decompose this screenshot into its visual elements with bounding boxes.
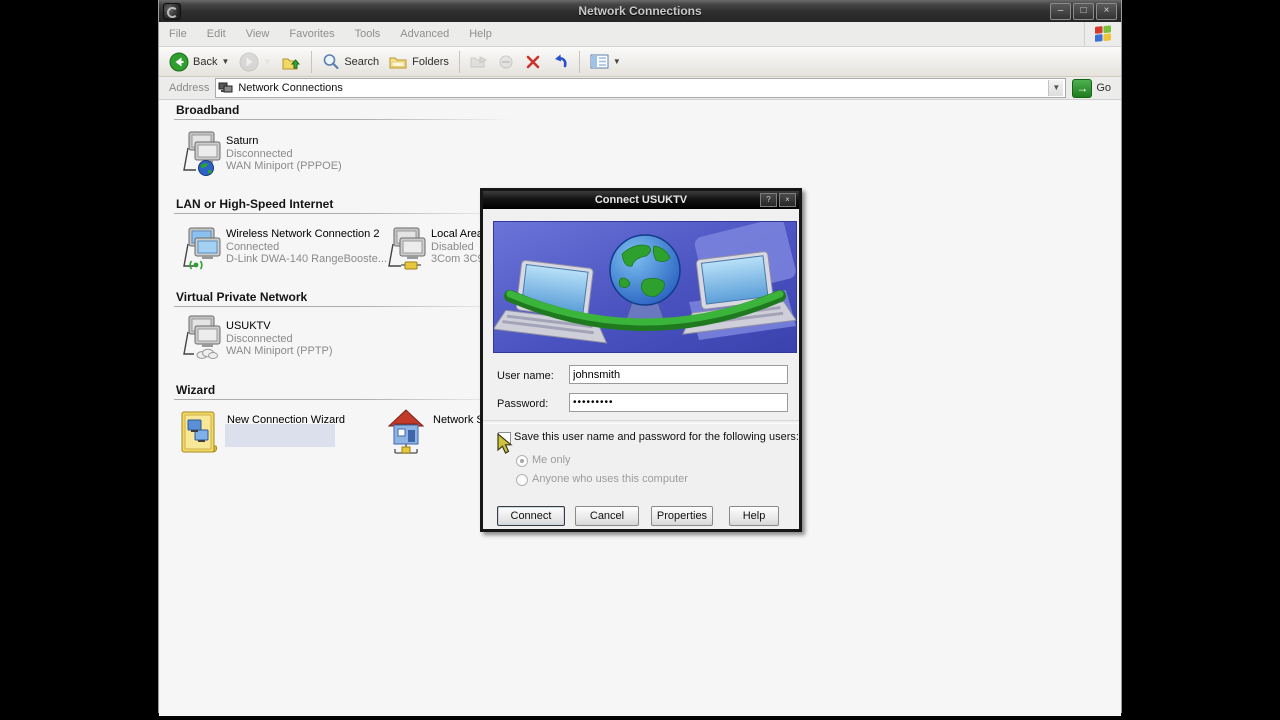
go-button[interactable]: → Go — [1066, 78, 1117, 98]
delete-icon — [526, 55, 540, 68]
address-dropdown-caret[interactable]: ▼ — [1048, 80, 1064, 96]
views-dropdown-caret[interactable]: ▼ — [613, 57, 621, 66]
connection-tile-saturn[interactable]: Saturn Disconnected WAN Miniport (PPPOE) — [180, 130, 342, 181]
connection-tile-usuktv[interactable]: USUKTV Disconnected WAN Miniport (PPTP) — [180, 314, 333, 365]
disconnect-drive-button[interactable] — [494, 50, 519, 74]
dialog-help-icon-button[interactable]: ? — [760, 193, 777, 207]
globe-connection-icon — [183, 131, 221, 176]
vpn-connection-icon — [183, 315, 221, 359]
selection-highlight — [225, 424, 335, 447]
map-drive-icon — [470, 56, 487, 68]
wizard-tile-new-connection[interactable]: New Connection Wizard — [180, 408, 345, 461]
views-icon — [590, 54, 609, 69]
search-icon — [324, 53, 339, 69]
search-button[interactable]: Search — [318, 50, 383, 74]
username-label: User name: — [497, 370, 554, 382]
folders-icon — [389, 57, 407, 68]
section-header-lan: LAN or High-Speed Internet — [176, 197, 334, 211]
folders-button[interactable]: Folders — [385, 50, 453, 74]
letterbox-stage: Network Connections – □ × File Edit View… — [0, 0, 1280, 720]
connection-name[interactable]: USUKTV — [226, 320, 446, 333]
section-header-vpn: Virtual Private Network — [176, 290, 308, 304]
menu-advanced[interactable]: Advanced — [390, 28, 459, 40]
undo-button[interactable] — [547, 50, 573, 74]
disconnect-drive-icon — [499, 55, 513, 69]
properties-button[interactable]: Properties — [651, 506, 713, 526]
toolbar: Back ▼ ▼ Search Folders ▼ — [159, 47, 1121, 77]
undo-icon — [554, 54, 567, 68]
wizard-name[interactable]: Network S — [433, 414, 484, 426]
cancel-button[interactable]: Cancel — [575, 506, 639, 526]
password-label: Password: — [497, 398, 549, 410]
section-header-wizard: Wizard — [176, 383, 216, 397]
back-label: Back — [193, 55, 218, 68]
window-title: Network Connections — [578, 4, 702, 18]
forward-icon — [239, 52, 259, 71]
up-button[interactable] — [277, 50, 305, 74]
dialog-separator — [483, 420, 799, 424]
menu-edit[interactable]: Edit — [197, 28, 236, 40]
views-button[interactable]: ▼ — [586, 50, 625, 74]
address-location-icon — [218, 82, 233, 92]
menu-bar: File Edit View Favorites Tools Advanced … — [159, 22, 1121, 47]
up-folder-icon — [282, 58, 301, 69]
close-button[interactable]: × — [1096, 2, 1117, 20]
connection-name[interactable]: Saturn — [226, 135, 446, 148]
network-setup-wizard-icon — [387, 409, 425, 454]
section-header-broadband: Broadband — [176, 103, 240, 117]
me-only-label: Me only — [532, 454, 571, 466]
menu-tools[interactable]: Tools — [345, 28, 391, 40]
dialog-title: Connect USUKTV — [594, 194, 688, 206]
connection-tile-local-area[interactable]: Local Area Disabled 3Com 3C9 — [385, 226, 484, 277]
wizard-name[interactable]: New Connection Wizard — [227, 414, 345, 426]
mouse-cursor — [497, 433, 513, 454]
address-label: Address — [169, 82, 210, 94]
dialog-banner-image — [493, 221, 797, 353]
go-label: Go — [1096, 82, 1111, 94]
windows-logo-icon — [1084, 22, 1121, 46]
menu-help[interactable]: Help — [459, 28, 502, 40]
dialog-close-button[interactable]: × — [779, 193, 796, 207]
address-field[interactable]: Network Connections ▼ — [215, 78, 1067, 98]
connection-device: WAN Miniport (PPTP) — [226, 345, 333, 357]
connection-status: Disconnected — [226, 147, 293, 160]
connection-tile-wireless[interactable]: Wireless Network Connection 2 Connected … — [180, 226, 387, 277]
help-button[interactable]: Help — [729, 506, 779, 526]
address-value[interactable]: Network Connections — [238, 82, 1048, 94]
dialog-titlebar[interactable]: Connect USUKTV ? × — [483, 191, 799, 209]
connect-button[interactable]: Connect — [497, 506, 565, 526]
forward-button[interactable]: ▼ — [235, 50, 275, 74]
address-bar: Address Network Connections ▼ → Go — [159, 77, 1121, 100]
search-label: Search — [344, 55, 380, 68]
menu-view[interactable]: View — [236, 28, 280, 40]
me-only-radio[interactable] — [516, 455, 528, 467]
password-input[interactable] — [569, 393, 788, 412]
anyone-radio[interactable] — [516, 474, 528, 486]
back-icon — [169, 52, 189, 71]
folders-label: Folders — [412, 55, 449, 68]
menu-file[interactable]: File — [159, 28, 197, 40]
username-input[interactable] — [569, 365, 788, 384]
wizard-tile-network-setup[interactable]: Network S — [387, 408, 484, 463]
minimize-button[interactable]: – — [1050, 2, 1071, 20]
forward-dropdown-caret[interactable]: ▼ — [263, 57, 271, 66]
new-connection-wizard-icon — [181, 411, 218, 453]
menu-favorites[interactable]: Favorites — [279, 28, 344, 40]
save-credentials-label: Save this user name and password for the… — [514, 431, 799, 443]
back-button[interactable]: Back ▼ — [165, 50, 233, 74]
connect-dialog: Connect USUKTV ? × User name: johnsmith … — [480, 188, 802, 532]
back-dropdown-caret[interactable]: ▼ — [221, 57, 229, 66]
map-drive-button[interactable] — [466, 50, 492, 74]
connection-device: WAN Miniport (PPPOE) — [226, 160, 342, 172]
anyone-label: Anyone who uses this computer — [532, 473, 688, 485]
connection-status: Disconnected — [226, 332, 293, 345]
window-titlebar[interactable]: Network Connections – □ × — [159, 0, 1121, 22]
maximize-button[interactable]: □ — [1073, 2, 1094, 20]
wireless-connection-icon — [183, 227, 221, 270]
lan-connection-icon — [388, 227, 426, 270]
delete-button[interactable] — [521, 50, 545, 74]
go-arrow-icon: → — [1072, 78, 1093, 98]
